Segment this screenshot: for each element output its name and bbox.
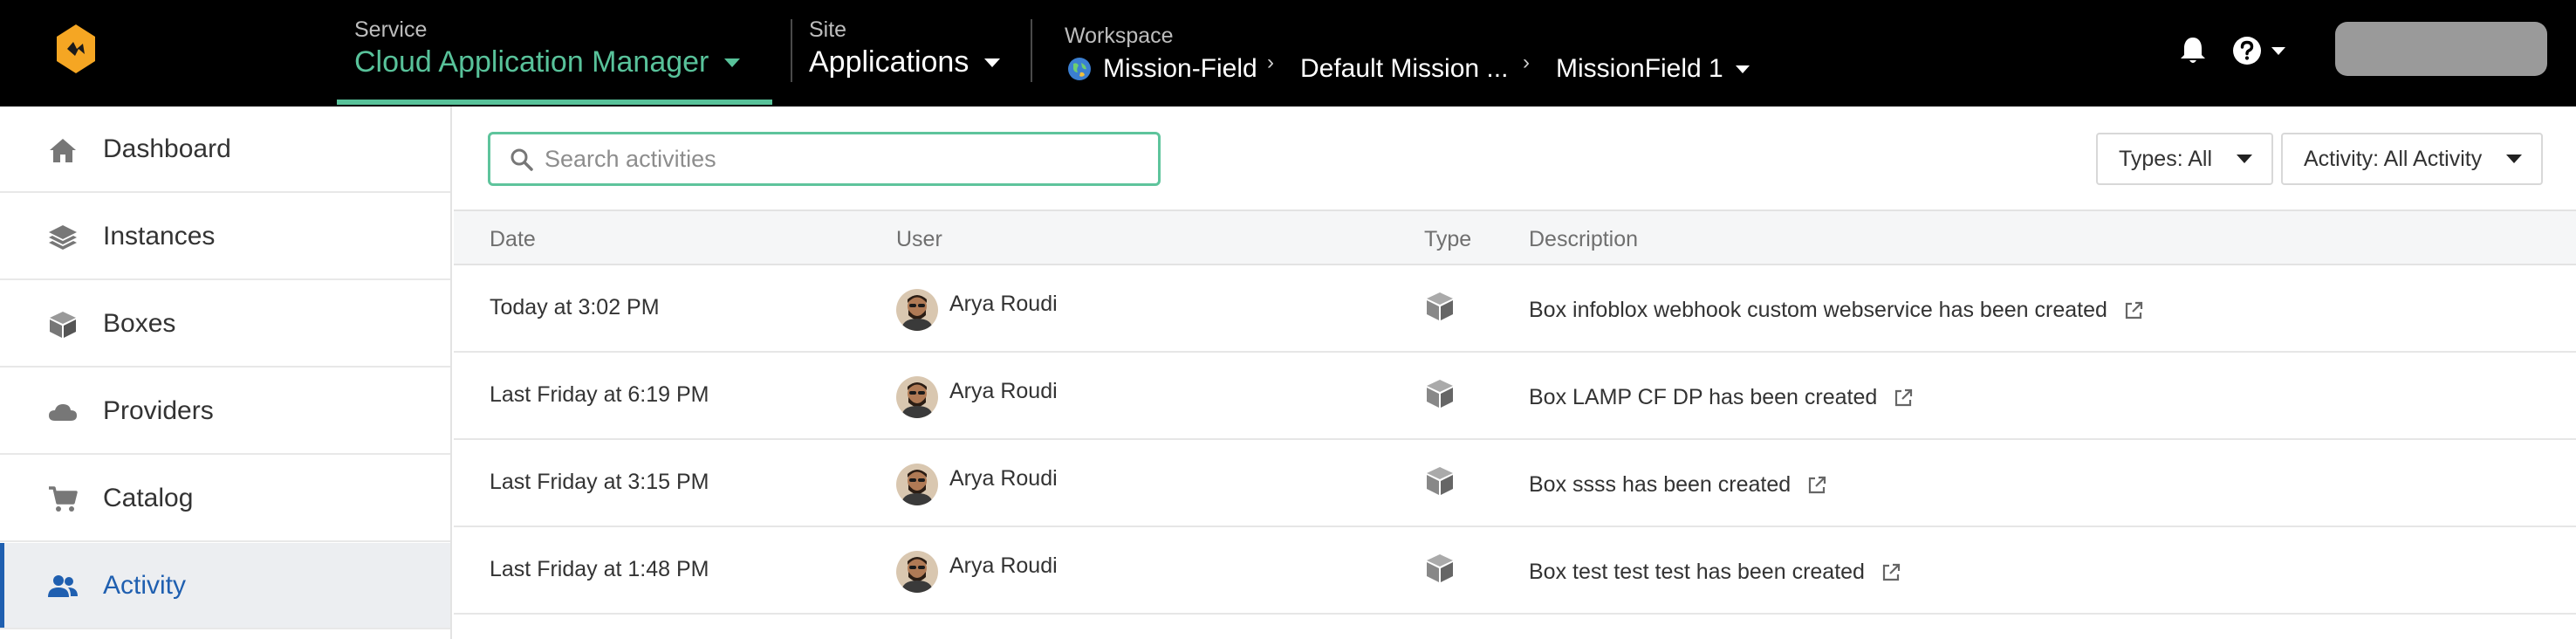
activity-description: Box infoblox webhook custom webservice h… <box>1529 298 2144 323</box>
sidebar-item-label: Boxes <box>103 308 176 338</box>
activity-date: Last Friday at 1:48 PM <box>490 557 709 581</box>
description-text: Box test test test has been created <box>1529 560 1865 584</box>
description-text: Box infoblox webhook custom webservice h… <box>1529 298 2107 322</box>
chevron-down-icon <box>2271 47 2285 55</box>
user-avatar <box>896 289 938 331</box>
site-value[interactable]: Applications <box>809 45 1001 79</box>
chevron-down-icon <box>984 58 1001 67</box>
user-avatar <box>896 551 938 593</box>
chevron-down-icon <box>2237 155 2252 163</box>
box-icon <box>1427 467 1453 495</box>
external-link-icon[interactable] <box>2123 300 2144 321</box>
chevron-down-icon <box>724 58 741 67</box>
types-filter-dropdown[interactable]: Types: All <box>2096 133 2273 185</box>
workspace-label: Workspace <box>1065 24 1174 48</box>
table-row[interactable]: Last Friday at 6:19 PM Arya Roudi Box LA… <box>454 353 2576 440</box>
activity-description: Box ssss has been created <box>1529 472 1827 498</box>
activity-panel: Types: All Activity: All Activity Date U… <box>454 106 2576 639</box>
box-icon <box>1427 380 1453 408</box>
users-icon <box>48 575 78 597</box>
chevron-down-icon <box>1735 65 1750 73</box>
activity-description: Box test test test has been created <box>1529 560 1901 585</box>
top-navigation-bar: Service Cloud Application Manager Site A… <box>0 0 2576 106</box>
workspace-crumb-default-mission[interactable]: Default Mission ... <box>1300 54 1508 84</box>
globe-icon <box>1068 58 1091 80</box>
workspace-name: Mission-Field <box>1103 54 1257 83</box>
sidebar-item-boxes[interactable]: Boxes <box>0 281 450 368</box>
table-row[interactable]: Today at 3:02 PM Arya Roudi Box infoblox… <box>454 265 2576 353</box>
external-link-icon[interactable] <box>1881 562 1901 583</box>
sidebar-item-label: Dashboard <box>103 134 231 163</box>
cloud-icon <box>49 404 77 421</box>
service-value[interactable]: Cloud Application Manager <box>354 45 741 79</box>
breadcrumb-chevron-icon: › <box>1267 51 1274 74</box>
activity-filter-label: Activity: All Activity <box>2304 146 2483 171</box>
user-menu[interactable] <box>2335 22 2547 76</box>
breadcrumb-chevron-icon: › <box>1523 51 1530 74</box>
activity-description: Box LAMP CF DP has been created <box>1529 385 1914 410</box>
table-row[interactable]: Last Friday at 1:48 PM Arya Roudi Box te… <box>454 527 2576 615</box>
search-box[interactable] <box>488 132 1161 186</box>
sidebar-item-label: Activity <box>103 570 187 600</box>
column-header-date[interactable]: Date <box>490 227 536 252</box>
sidebar-item-instances[interactable]: Instances <box>0 194 450 280</box>
activity-date: Today at 3:02 PM <box>490 295 660 320</box>
box-icon <box>1427 292 1453 320</box>
box-icon <box>50 312 76 338</box>
workspace-crumb-mission-field[interactable]: Mission-Field <box>1066 54 1257 84</box>
table-header: Date User Type Description <box>454 210 2576 265</box>
column-header-type[interactable]: Type <box>1424 227 1471 252</box>
diamond-logo-icon[interactable] <box>54 23 98 75</box>
help-menu[interactable] <box>2231 35 2292 66</box>
user-avatar <box>896 376 938 418</box>
home-icon <box>50 139 76 162</box>
column-header-user[interactable]: User <box>896 227 942 252</box>
service-label: Service <box>354 17 428 42</box>
service-name: Cloud Application Manager <box>354 45 709 79</box>
workspace-crumb-missionfield-1[interactable]: MissionField 1 <box>1556 54 1750 84</box>
column-header-description[interactable]: Description <box>1529 227 1638 252</box>
activity-date: Last Friday at 6:19 PM <box>490 382 709 407</box>
service-active-underline <box>337 100 772 105</box>
activity-user: Arya Roudi <box>949 466 1058 491</box>
user-avatar <box>896 464 938 505</box>
sidebar-item-label: Providers <box>103 395 214 425</box>
site-name: Applications <box>809 45 969 79</box>
description-text: Box LAMP CF DP has been created <box>1529 385 1878 409</box>
bell-icon[interactable] <box>2178 35 2208 66</box>
search-icon <box>510 148 533 171</box>
divider <box>1031 19 1032 82</box>
sidebar-item-label: Instances <box>103 221 216 251</box>
activity-user: Arya Roudi <box>949 292 1058 316</box>
site-switcher[interactable]: Site Applications <box>809 0 1018 106</box>
cart-icon <box>49 486 78 512</box>
sidebar-item-catalog[interactable]: Catalog <box>0 456 450 542</box>
table-row[interactable]: Last Friday at 3:15 PM Arya Roudi Box ss… <box>454 440 2576 527</box>
divider <box>791 19 792 82</box>
workspace-crumb-label: Default Mission ... <box>1300 54 1509 83</box>
search-input[interactable] <box>545 141 1147 176</box>
external-link-icon[interactable] <box>1806 475 1827 496</box>
activity-table: Date User Type Description Today at 3:02… <box>454 210 2576 615</box>
sidebar-item-providers[interactable]: Providers <box>0 368 450 455</box>
sidebar-item-activity[interactable]: Activity <box>0 543 450 629</box>
box-icon <box>1427 554 1453 582</box>
help-icon <box>2233 37 2261 65</box>
activity-date: Last Friday at 3:15 PM <box>490 470 709 494</box>
activity-filter-dropdown[interactable]: Activity: All Activity <box>2281 133 2544 185</box>
workspace-crumb-label: MissionField 1 <box>1556 54 1723 83</box>
activity-user: Arya Roudi <box>949 379 1058 403</box>
external-link-icon[interactable] <box>1893 388 1914 409</box>
sidebar-item-dashboard[interactable]: Dashboard <box>0 106 450 193</box>
activity-user: Arya Roudi <box>949 553 1058 578</box>
sidebar-item-label: Catalog <box>103 483 194 512</box>
types-filter-label: Types: All <box>2119 146 2212 171</box>
sidebar: Dashboard Instances Boxes Providers Cata… <box>0 106 452 639</box>
site-label: Site <box>809 17 847 42</box>
service-switcher[interactable]: Service Cloud Application Manager <box>354 0 773 106</box>
chevron-down-icon <box>2506 155 2523 163</box>
layers-icon <box>49 225 77 250</box>
description-text: Box ssss has been created <box>1529 472 1792 497</box>
